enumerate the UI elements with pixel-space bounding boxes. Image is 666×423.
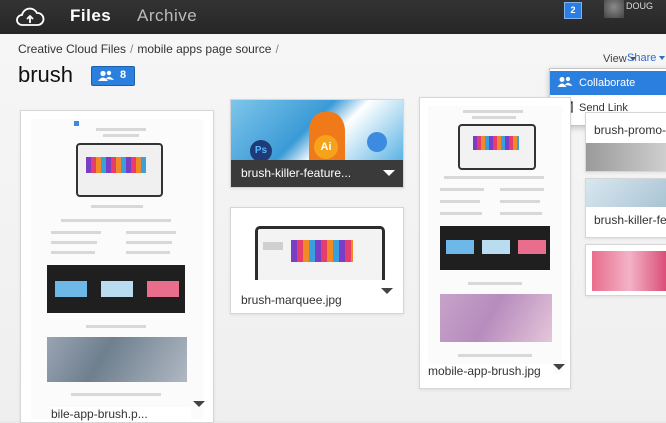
cloud-upload-icon[interactable]	[14, 5, 46, 29]
share-label: Share	[627, 52, 657, 64]
file-name[interactable]: mobile-app-brush.jpg	[428, 364, 553, 378]
user-name[interactable]: DOUG	[626, 1, 653, 11]
file-thumbnail	[586, 143, 666, 171]
file-name[interactable]: brush-promo-ba	[594, 123, 666, 137]
file-name[interactable]: bile-app-brush.p...	[51, 407, 191, 421]
file-name[interactable]: brush-killer-feature...	[241, 166, 381, 180]
nav-archive[interactable]: Archive	[137, 6, 197, 26]
chevron-down-icon[interactable]	[193, 401, 205, 407]
collaborators-button[interactable]: 8	[91, 66, 135, 86]
wifi-icon	[367, 132, 387, 152]
breadcrumb: Creative Cloud Files / mobile apps page so…	[18, 42, 283, 56]
file-name[interactable]: brush-marquee.jpg	[241, 293, 371, 307]
menu-item-label: Collaborate	[579, 77, 636, 89]
file-card[interactable]: brush-killer-featu	[585, 178, 666, 238]
file-thumbnail: Ps Ai	[231, 100, 403, 160]
file-thumbnail	[592, 251, 666, 291]
nav-files[interactable]: Files	[70, 6, 111, 26]
collaborators-icon	[98, 70, 114, 81]
view-label: View	[603, 53, 627, 65]
share-dropdown[interactable]: Share	[627, 52, 666, 64]
page-title: brush	[18, 62, 74, 87]
breadcrumb-separator: /	[130, 42, 134, 56]
file-thumbnail	[586, 179, 666, 207]
file-card[interactable]	[585, 244, 666, 296]
menu-item-collaborate[interactable]: Collaborate	[550, 71, 666, 95]
top-bar: Files Archive 2 DOUG	[0, 0, 666, 34]
breadcrumb-separator: /	[275, 42, 279, 56]
file-card[interactable]: bile-app-brush.p...	[20, 110, 214, 423]
chevron-down-icon[interactable]	[381, 288, 393, 294]
notification-badge[interactable]: 2	[564, 2, 582, 19]
photoshop-icon: Ps	[250, 140, 272, 160]
file-card[interactable]: brush-promo-ba	[585, 112, 666, 172]
file-card[interactable]: mobile-app-brush.jpg	[419, 97, 571, 389]
file-thumbnail	[31, 119, 203, 419]
avatar[interactable]	[604, 0, 624, 18]
breadcrumb-item-folder[interactable]: mobile apps page source	[137, 42, 271, 56]
file-card[interactable]: Ps Ai brush-killer-feature...	[230, 99, 404, 188]
illustrator-icon: Ai	[314, 135, 338, 159]
chevron-down-icon[interactable]	[553, 364, 565, 370]
chevron-down-icon[interactable]	[383, 170, 395, 176]
file-card[interactable]: brush-marquee.jpg	[230, 207, 404, 314]
collaborators-icon	[557, 76, 573, 87]
chevron-down-icon	[659, 56, 666, 61]
collaborator-count: 8	[120, 69, 127, 81]
breadcrumb-item-root[interactable]: Creative Cloud Files	[18, 42, 126, 56]
file-thumbnail	[428, 106, 562, 374]
file-thumbnail	[245, 218, 389, 280]
file-name[interactable]: brush-killer-featu	[594, 213, 666, 227]
